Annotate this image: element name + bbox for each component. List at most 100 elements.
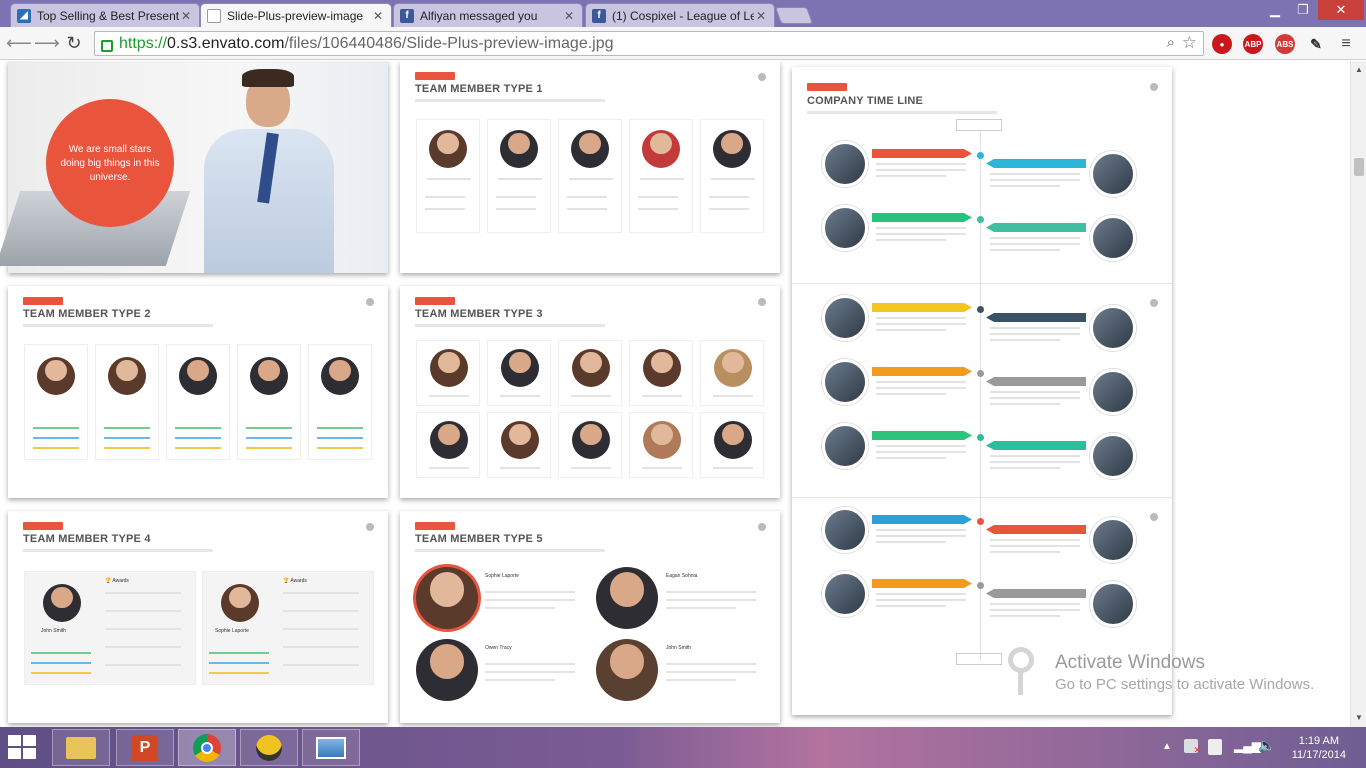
- timeline-dot: [977, 216, 984, 223]
- timeline-entry-right: [986, 433, 1136, 479]
- slide-team-member-type-5: TEAM MEMBER TYPE 5 Sophie Laporte Eagan …: [400, 511, 780, 723]
- avatar: [416, 567, 478, 629]
- timeline-label-bar: [872, 367, 972, 376]
- timeline-entry-left: [822, 359, 976, 405]
- avatar: [221, 584, 259, 622]
- timeline-label-bar: [872, 303, 972, 312]
- windows-taskbar: P ▲ ✕ ▂▄▆ 🔈 1:19 AM 11/17/2014: [0, 727, 1366, 768]
- back-button[interactable]: ⟵: [6, 33, 32, 54]
- timeline-entry-right: [986, 517, 1136, 563]
- timeline-entry-left: [822, 295, 976, 341]
- file-explorer-icon[interactable]: [52, 729, 110, 766]
- show-hidden-icons-arrow-icon[interactable]: ▲: [1162, 741, 1172, 752]
- timeline-label-bar: [872, 431, 972, 440]
- page-icon: [207, 8, 221, 23]
- timeline-start-marker: [956, 119, 1002, 131]
- address-bar[interactable]: https://0.s3.envato.com/files/106440486/…: [94, 31, 1204, 56]
- timeline-label-bar: [986, 525, 1086, 534]
- timeline-photo: [822, 507, 868, 553]
- avatar: [250, 357, 288, 395]
- minimize-button[interactable]: ▁: [1262, 0, 1288, 20]
- member-card: [558, 412, 622, 478]
- windows-start-button[interactable]: [8, 735, 38, 759]
- scroll-down-arrow-icon[interactable]: ▼: [1355, 713, 1363, 722]
- timeline-photo: [822, 295, 868, 341]
- stop-extension-icon[interactable]: ●: [1212, 34, 1232, 54]
- member-card: [629, 340, 693, 406]
- hero-slide: We are small stars doing big things in t…: [0, 61, 388, 273]
- timeline-end-marker: [956, 653, 1002, 665]
- adblock-plus-icon[interactable]: ABP: [1243, 34, 1263, 54]
- timeline-photo: [822, 141, 868, 187]
- close-window-button[interactable]: ✕: [1318, 0, 1364, 20]
- member-card: [487, 412, 551, 478]
- scroll-up-arrow-icon[interactable]: ▲: [1355, 65, 1363, 74]
- timeline-photo: [822, 359, 868, 405]
- tab-top-selling[interactable]: ◢ Top Selling & Best Present ✕: [10, 3, 200, 27]
- member-card: [487, 340, 551, 406]
- maximize-button[interactable]: ❐: [1290, 0, 1316, 20]
- new-tab-button[interactable]: [774, 7, 814, 24]
- avatar: [643, 349, 681, 387]
- avatar: [642, 130, 680, 168]
- avatar: [572, 349, 610, 387]
- timeline-entry-right: [986, 581, 1136, 627]
- avatar: [596, 567, 658, 629]
- hero-quote-circle: We are small stars doing big things in t…: [46, 99, 174, 227]
- avatar: [179, 357, 217, 395]
- slide-title: TEAM MEMBER TYPE 3: [415, 308, 543, 320]
- tab-alfiyan-messaged[interactable]: f Alfiyan messaged you ✕: [393, 3, 583, 27]
- slide-title: TEAM MEMBER TYPE 4: [23, 533, 151, 545]
- timeline-photo: [822, 423, 868, 469]
- forward-button[interactable]: ⟶: [34, 33, 60, 54]
- member-card: [487, 119, 551, 233]
- abs-extension-icon[interactable]: ABS: [1275, 34, 1295, 54]
- timeline-label-bar: [986, 441, 1086, 450]
- key-icon: [1002, 647, 1046, 697]
- member-card: [308, 344, 372, 460]
- avatar: [416, 639, 478, 701]
- taskbar-clock[interactable]: 1:19 AM 11/17/2014: [1292, 734, 1346, 762]
- avatar: [596, 639, 658, 701]
- timeline-label-bar: [872, 149, 972, 158]
- timeline-photo: [1090, 433, 1136, 479]
- zoom-icon[interactable]: ⌕: [1167, 34, 1175, 51]
- power-icon[interactable]: [1208, 739, 1222, 755]
- tab-slide-plus-preview[interactable]: Slide-Plus-preview-image ✕: [200, 3, 392, 27]
- slide-team-member-type-1: TEAM MEMBER TYPE 1: [400, 61, 780, 273]
- close-tab-icon[interactable]: ✕: [179, 9, 193, 23]
- member-card: [416, 340, 480, 406]
- bee-app-icon[interactable]: [240, 729, 298, 766]
- powerpoint-icon[interactable]: P: [116, 729, 174, 766]
- avatar: [430, 421, 468, 459]
- bookmark-star-icon[interactable]: ☆: [1182, 33, 1197, 53]
- member-card: [700, 412, 764, 478]
- scrollbar-thumb[interactable]: [1354, 158, 1364, 176]
- member-card: [416, 412, 480, 478]
- timeline-entry-right: [986, 151, 1136, 197]
- chrome-icon[interactable]: [178, 729, 236, 766]
- close-tab-icon[interactable]: ✕: [371, 9, 385, 23]
- vertical-scrollbar[interactable]: ▲ ▼: [1350, 61, 1366, 727]
- timeline-label-bar: [872, 515, 972, 524]
- timeline-photo: [822, 571, 868, 617]
- action-center-flag-icon[interactable]: ✕: [1184, 739, 1201, 755]
- timeline-dot: [977, 582, 984, 589]
- envato-icon: ◢: [17, 8, 31, 23]
- avatar: [572, 421, 610, 459]
- close-tab-icon[interactable]: ✕: [562, 9, 576, 23]
- photo-viewer-icon[interactable]: [302, 729, 360, 766]
- member-profile-card: John Smith 🏆 Awards: [24, 571, 196, 685]
- network-signal-icon[interactable]: ▂▄▆: [1234, 739, 1261, 753]
- avatar: [37, 357, 75, 395]
- member-card: [700, 340, 764, 406]
- member-card: [629, 119, 693, 233]
- volume-icon[interactable]: 🔈: [1258, 737, 1275, 754]
- timeline-entry-left: [822, 571, 976, 617]
- tab-cospixel[interactable]: f (1) Cospixel - League of Le ✕: [585, 3, 775, 27]
- image-preview: We are small stars doing big things in t…: [0, 61, 1350, 727]
- evernote-icon[interactable]: ✎: [1306, 34, 1326, 54]
- menu-icon[interactable]: ≡: [1336, 34, 1356, 54]
- close-tab-icon[interactable]: ✕: [754, 9, 768, 23]
- reload-button[interactable]: ↻: [63, 33, 85, 54]
